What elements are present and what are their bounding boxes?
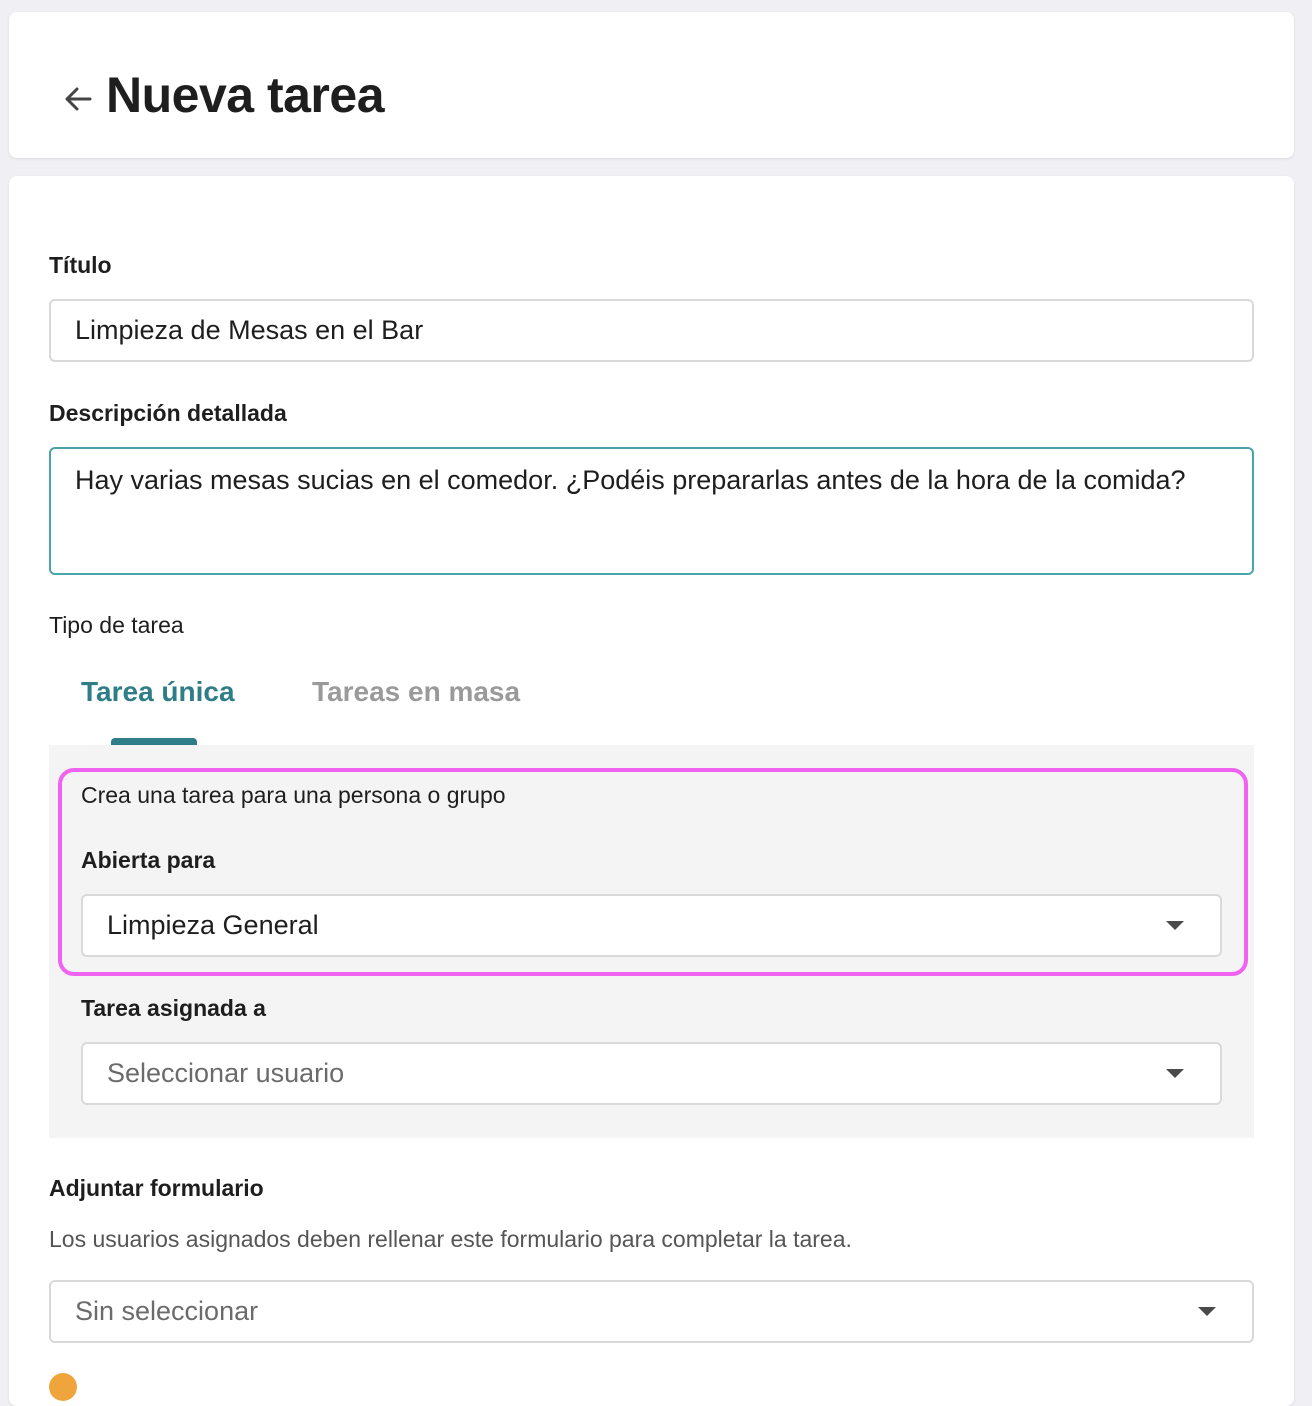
open-for-select[interactable]: Limpieza General	[81, 894, 1222, 957]
attach-form-select[interactable]: Sin seleccionar	[49, 1280, 1254, 1343]
chevron-down-icon	[1198, 1307, 1216, 1316]
task-type-label: Tipo de tarea	[49, 612, 184, 638]
title-input-value: Limpieza de Mesas en el Bar	[75, 315, 424, 345]
chevron-down-icon	[1166, 921, 1184, 930]
assigned-to-label: Tarea asignada a	[81, 995, 266, 1021]
assigned-to-select-placeholder: Seleccionar usuario	[107, 1058, 345, 1088]
open-for-label: Abierta para	[81, 847, 216, 873]
title-input[interactable]: Limpieza de Mesas en el Bar	[49, 299, 1254, 362]
assigned-to-select[interactable]: Seleccionar usuario	[81, 1042, 1222, 1105]
attach-form-select-value: Sin seleccionar	[75, 1296, 259, 1326]
active-tab-indicator	[111, 738, 197, 745]
description-label: Descripción detallada	[49, 400, 287, 426]
tab-bulk-tasks[interactable]: Tareas en masa	[312, 676, 520, 708]
tab-single-task[interactable]: Tarea única	[81, 676, 235, 708]
description-textarea[interactable]: Hay varias mesas sucias en el comedor. ¿…	[49, 447, 1254, 575]
page-title: Nueva tarea	[106, 67, 385, 123]
back-arrow-icon[interactable]	[61, 82, 95, 116]
open-for-select-value: Limpieza General	[107, 910, 319, 940]
description-textarea-value: Hay varias mesas sucias en el comedor. ¿…	[75, 465, 1186, 495]
info-icon	[49, 1373, 77, 1401]
single-task-intro: Crea una tarea para una persona o grupo	[81, 782, 506, 808]
attach-form-label: Adjuntar formulario	[49, 1175, 264, 1201]
chevron-down-icon	[1166, 1069, 1184, 1078]
attach-form-helper: Los usuarios asignados deben rellenar es…	[49, 1226, 852, 1252]
title-label: Título	[49, 252, 112, 278]
header-card: Nueva tarea	[9, 12, 1294, 158]
